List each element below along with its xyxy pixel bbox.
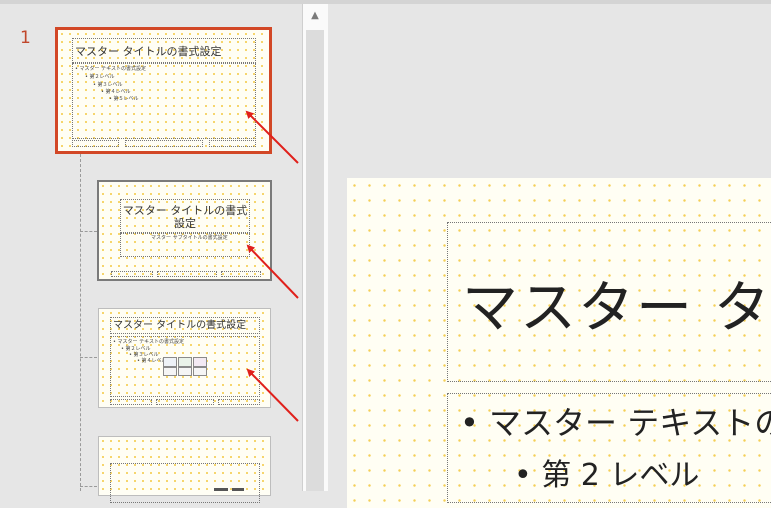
annotation-arrow — [245, 110, 299, 164]
annotation-arrow — [246, 368, 299, 422]
annotation-arrow — [246, 244, 299, 299]
annotation-arrows — [245, 110, 299, 422]
